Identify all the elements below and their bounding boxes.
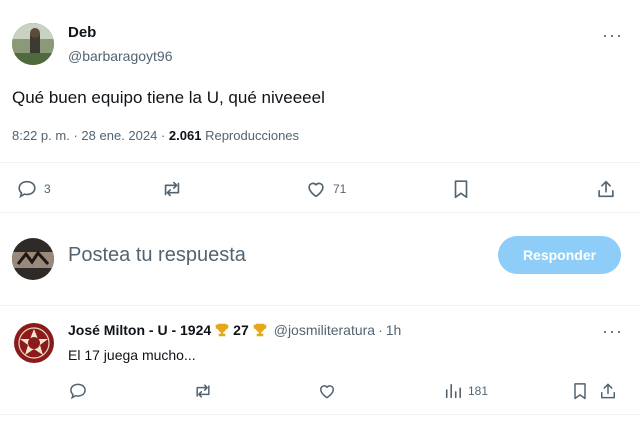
share-icon xyxy=(598,180,614,198)
tweet-date[interactable]: 28 ene. 2024 xyxy=(81,128,157,143)
heart-icon xyxy=(320,385,334,399)
author-avatar[interactable] xyxy=(12,23,54,65)
reply-author-handle[interactable]: @josmiliteratura xyxy=(274,322,375,338)
reply-more-options-icon[interactable]: ··· xyxy=(602,322,623,340)
user-avatar[interactable] xyxy=(12,238,54,280)
tweet-time[interactable]: 8:22 p. m. xyxy=(12,128,70,143)
reply-author-name[interactable]: José Milton - U - 1924 xyxy=(68,322,211,338)
divider xyxy=(0,162,640,163)
retweet-action[interactable] xyxy=(160,178,190,200)
trophy-icon xyxy=(215,323,229,337)
views-label: Reproducciones xyxy=(205,128,300,143)
reply-like-action[interactable] xyxy=(317,381,337,401)
avatar-photo xyxy=(12,23,54,65)
like-count: 71 xyxy=(333,182,347,196)
trophy-count: 27 xyxy=(233,322,249,338)
reply-views-action[interactable]: 181 xyxy=(444,381,488,401)
bookmark-icon xyxy=(574,383,586,400)
bookmark-icon xyxy=(454,180,468,199)
tweet-text: Qué buen equipo tiene la U, qué niveeeel xyxy=(12,88,325,107)
heart-icon xyxy=(308,182,324,198)
reply-icon xyxy=(70,383,86,400)
reply-age[interactable]: 1h xyxy=(386,322,402,338)
bookmark-action[interactable] xyxy=(450,178,472,200)
reply-icon xyxy=(18,180,36,199)
share-icon xyxy=(601,383,615,399)
reply-header: José Milton - U - 1924 27 @josmiliteratu… xyxy=(68,322,401,338)
like-action[interactable]: 71 xyxy=(305,178,346,200)
divider xyxy=(0,212,640,213)
reply-reply-action[interactable] xyxy=(68,381,88,401)
meta-separator: · xyxy=(73,128,78,143)
reply-bookmark-action[interactable] xyxy=(570,381,590,401)
reply-input[interactable]: Postea tu respuesta xyxy=(68,244,468,274)
reply-count: 3 xyxy=(44,182,51,196)
reply-text: El 17 juega mucho... xyxy=(68,347,196,363)
reply-retweet-action[interactable] xyxy=(192,381,214,401)
views-count: 2.061 xyxy=(168,128,202,143)
author-handle[interactable]: @barbaragoyt96 xyxy=(68,48,173,64)
reply-button[interactable]: Responder xyxy=(498,236,621,274)
meta-separator: · xyxy=(160,128,166,143)
reply-author-avatar[interactable] xyxy=(14,323,54,363)
share-action[interactable] xyxy=(595,178,617,200)
reply-share-action[interactable] xyxy=(598,381,618,401)
more-options-icon[interactable]: ··· xyxy=(602,26,623,44)
views-count: 181 xyxy=(468,384,489,398)
divider xyxy=(0,414,640,415)
meta-separator: · xyxy=(378,322,383,338)
divider xyxy=(0,305,640,306)
reply-action[interactable]: 3 xyxy=(16,178,51,200)
star-logo-icon xyxy=(15,324,53,362)
retweet-icon xyxy=(164,181,180,197)
retweet-icon xyxy=(196,384,210,398)
user-avatar-image xyxy=(12,238,54,280)
trophy-icon xyxy=(253,323,267,337)
analytics-icon xyxy=(445,383,462,399)
author-name[interactable]: Deb xyxy=(68,24,96,41)
tweet-meta: 8:22 p. m. · 28 ene. 2024 · 2.061 Reprod… xyxy=(12,128,299,143)
